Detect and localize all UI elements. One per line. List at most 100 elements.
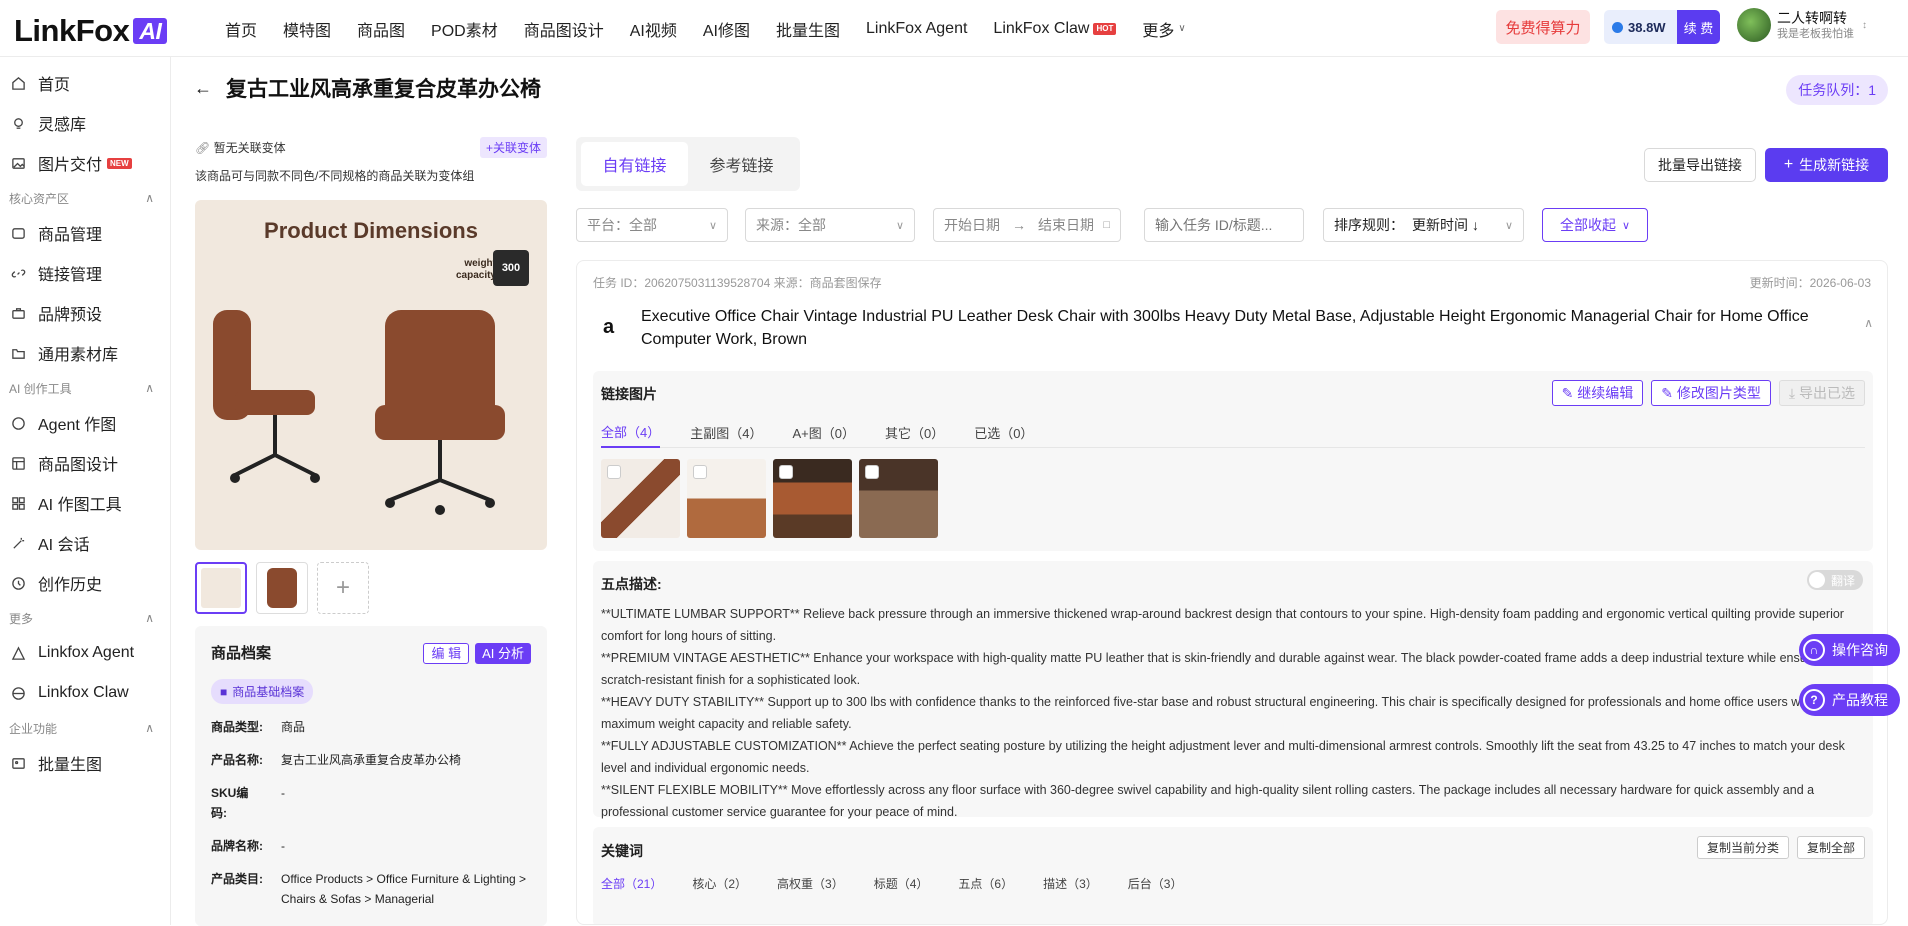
sidebar-item-links[interactable]: 链接管理 <box>0 253 170 293</box>
sidebar-item-brand[interactable]: 品牌预设 <box>0 293 170 333</box>
thumbnail-1[interactable] <box>195 562 247 614</box>
nav-agent[interactable]: LinkFox Agent <box>866 20 967 38</box>
section-more[interactable]: 更多 ∧ <box>0 603 170 633</box>
profile-tag[interactable]: ■ 商品基础档案 <box>211 679 314 704</box>
section-assets[interactable]: 核心资产区 ∧ <box>0 183 170 213</box>
nav-more[interactable]: 更多 ∨ <box>1142 17 1185 41</box>
tab-own-links[interactable]: 自有链接 <box>581 142 688 186</box>
copy-all-button[interactable]: 复制全部 <box>1796 836 1865 859</box>
image-checkbox[interactable] <box>779 465 793 479</box>
field-row: 产品名称: 复古工业风高承重复合皮革办公椅 <box>211 750 531 770</box>
logo[interactable]: LinkFox AI <box>14 13 168 49</box>
tab-selected[interactable]: 已选（0） <box>974 416 1033 448</box>
tutorial-float-button[interactable]: ? 产品教程 <box>1799 684 1900 716</box>
chair-thumb-icon <box>201 568 241 608</box>
task-queue-badge[interactable]: 任务队列：1 <box>1786 75 1888 105</box>
gallery-image[interactable] <box>601 459 680 538</box>
task-search-input[interactable] <box>1144 208 1304 242</box>
thumbnail-2[interactable] <box>256 562 308 614</box>
grid-icon <box>11 496 26 511</box>
nav-batch[interactable]: 批量生图 <box>776 17 840 41</box>
kw-tab-backend[interactable]: 后台（3） <box>1128 875 1183 892</box>
sidebar-item-design[interactable]: 商品图设计 <box>0 443 170 483</box>
ai-analyze-button[interactable]: AI 分析 <box>475 643 531 664</box>
sidebar-item-delivery[interactable]: 图片交付 NEW <box>0 143 170 183</box>
free-credits-button[interactable]: 免费得算力 <box>1496 10 1590 44</box>
gallery-image[interactable] <box>859 459 938 538</box>
field-key: SKU编码: <box>211 786 249 820</box>
nav-video[interactable]: AI视频 <box>630 17 677 41</box>
sidebar-item-products[interactable]: 商品管理 <box>0 213 170 253</box>
copy-category-button[interactable]: 复制当前分类 <box>1696 836 1789 859</box>
tab-aplus[interactable]: A+图（0） <box>792 416 855 448</box>
new-badge: NEW <box>107 157 132 169</box>
batch-export-button[interactable]: 批量导出链接 <box>1644 148 1756 182</box>
kw-tab-weight[interactable]: 高权重（3） <box>777 875 844 892</box>
avatar <box>1737 8 1771 42</box>
chevron-up-icon[interactable]: ∧ <box>1864 316 1873 330</box>
tab-main[interactable]: 主副图（4） <box>690 416 762 448</box>
variant-hint: 该商品可与同款不同色/不同规格的商品关联为变体组 <box>195 169 475 183</box>
tab-other[interactable]: 其它（0） <box>885 416 944 448</box>
kw-tab-title[interactable]: 标题（4） <box>874 875 929 892</box>
sort-select[interactable]: 排序规则： 更新时间 ↓ ∨ <box>1323 208 1524 242</box>
change-image-type-button[interactable]: ✎ 修改图片类型 <box>1651 380 1771 406</box>
section-ai-tools[interactable]: AI 创作工具 ∧ <box>0 373 170 403</box>
section-enterprise[interactable]: 企业功能 ∧ <box>0 713 170 743</box>
back-arrow-icon[interactable]: ← <box>194 78 212 99</box>
link-icon: 🔗︎ <box>195 141 211 155</box>
nav-product-image[interactable]: 商品图 <box>357 17 405 41</box>
associate-variant-button[interactable]: +关联变体 <box>479 137 547 158</box>
consult-float-button[interactable]: ∩ 操作咨询 <box>1799 634 1900 666</box>
keywords-section: 关键词 复制当前分类 复制全部 全部（21） 核心（2） 高权重（3） 标题（4… <box>593 827 1873 924</box>
sidebar-item-inspiration[interactable]: 灵感库 <box>0 103 170 143</box>
sidebar-item-materials[interactable]: 通用素材库 <box>0 333 170 373</box>
bullet-item: **ULTIMATE LUMBAR SUPPORT** Relieve back… <box>601 607 1844 643</box>
nav-model[interactable]: 模特图 <box>283 17 331 41</box>
date-range-picker[interactable]: 开始日期 → 结束日期 □ <box>933 208 1121 242</box>
sidebar-item-chat[interactable]: AI 会话 <box>0 523 170 563</box>
box-icon <box>11 226 26 241</box>
continue-edit-button[interactable]: ✎ 继续编辑 <box>1551 380 1644 406</box>
sidebar-item-agent-draw[interactable]: Agent 作图 <box>0 403 170 443</box>
user-menu[interactable]: 二人转啊转 我是老板我怕谁 ↕ <box>1737 8 1867 42</box>
generate-link-button[interactable]: + 生成新链接 <box>1765 148 1888 182</box>
sidebar-item-history[interactable]: 创作历史 <box>0 563 170 603</box>
nav-pod[interactable]: POD素材 <box>431 17 498 41</box>
field-value: - <box>281 786 285 800</box>
sidebar-item-batch[interactable]: 批量生图 <box>0 743 170 783</box>
translate-toggle[interactable]: 翻译 <box>1807 570 1863 590</box>
sidebar-item-linkfox-claw[interactable]: Linkfox Claw <box>0 673 170 713</box>
sidebar-item-label: 图片交付 <box>38 157 103 174</box>
source-select[interactable]: 来源：全部 ∨ <box>745 208 915 242</box>
platform-select[interactable]: 平台：全部 ∨ <box>576 208 728 242</box>
nav-retouch[interactable]: AI修图 <box>703 17 750 41</box>
sidebar-item-linkfox-agent[interactable]: Linkfox Agent <box>0 633 170 673</box>
nav-claw-label: LinkFox Claw <box>993 19 1090 37</box>
kw-tab-desc[interactable]: 描述（3） <box>1043 875 1098 892</box>
user-name: 二人转啊转 <box>1777 9 1847 26</box>
tab-reference-links[interactable]: 参考链接 <box>688 142 795 186</box>
tab-all[interactable]: 全部（4） <box>601 416 661 448</box>
main-product-image[interactable]: Product Dimensions weight capacity 300 <box>195 200 547 550</box>
kw-tab-all[interactable]: 全部（21） <box>601 875 662 892</box>
gallery-image[interactable] <box>773 459 852 538</box>
kw-tab-bullets[interactable]: 五点（6） <box>958 875 1013 892</box>
gallery-image[interactable] <box>687 459 766 538</box>
renew-button[interactable]: 续 费 <box>1677 10 1720 44</box>
image-checkbox[interactable] <box>693 465 707 479</box>
nav-design[interactable]: 商品图设计 <box>524 17 604 41</box>
kw-tab-core[interactable]: 核心（2） <box>692 875 747 892</box>
export-selected-button[interactable]: ⤓ 导出已选 <box>1778 380 1865 406</box>
sidebar-item-label: AI 作图工具 <box>38 497 122 514</box>
add-image-button[interactable]: + <box>317 562 369 614</box>
image-checkbox[interactable] <box>607 465 621 479</box>
sidebar-item-home[interactable]: 首页 <box>0 63 170 103</box>
bulb-icon <box>11 116 26 131</box>
nav-home[interactable]: 首页 <box>225 17 257 41</box>
collapse-all-button[interactable]: 全部收起 ∨ <box>1542 208 1648 242</box>
image-checkbox[interactable] <box>865 465 879 479</box>
edit-button[interactable]: 编 辑 <box>423 643 470 664</box>
sidebar-item-ai-tools[interactable]: AI 作图工具 <box>0 483 170 523</box>
nav-claw[interactable]: LinkFox Claw HOT <box>993 19 1117 38</box>
